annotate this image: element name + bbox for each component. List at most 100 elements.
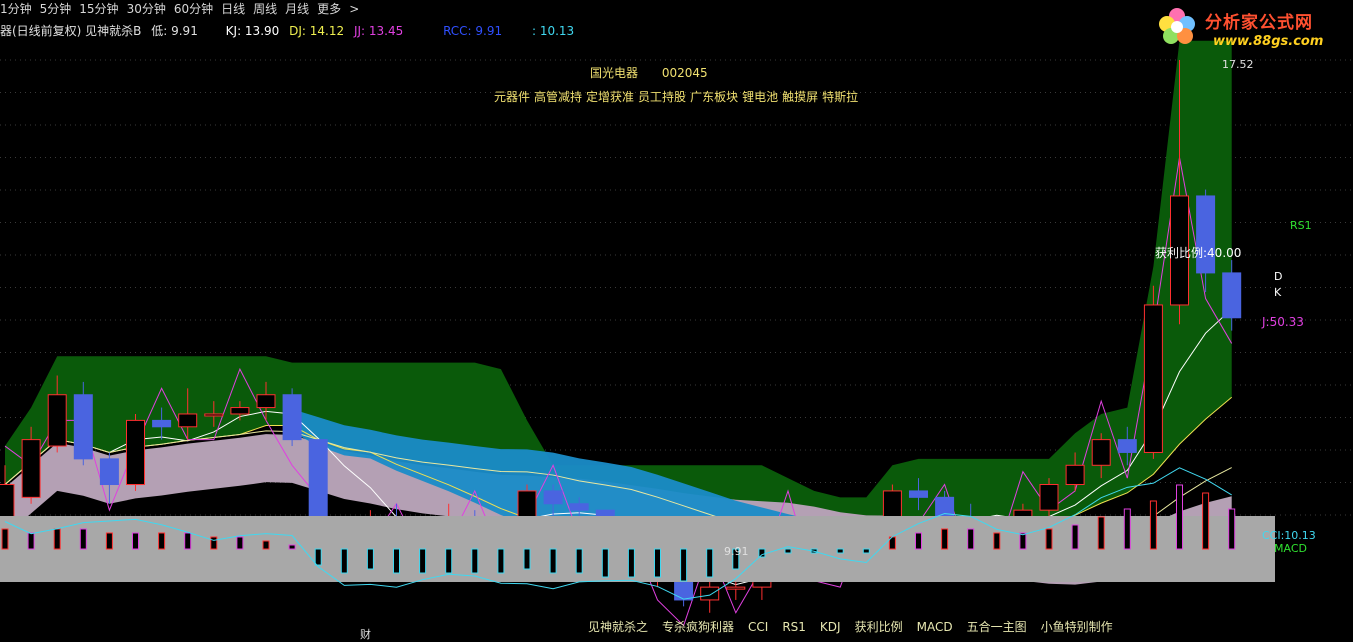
macd-bar: [627, 548, 635, 578]
macd-bar: [53, 528, 61, 550]
candle-body: [126, 419, 145, 486]
indicator-button-7[interactable]: 五合一主图: [967, 620, 1027, 634]
macd-bar: [836, 548, 844, 554]
stock-code: 002045: [661, 66, 708, 80]
concept-tag: 广东板块: [690, 90, 739, 104]
candle-body: [726, 586, 746, 590]
indicator-button-0[interactable]: 见神就杀之: [588, 620, 648, 634]
macd-bar: [340, 548, 348, 574]
candle-body: [1117, 439, 1137, 453]
macd-bar: [862, 548, 870, 554]
macd-bar: [314, 548, 322, 566]
macd-bar: [366, 548, 374, 570]
macd-bar: [184, 532, 192, 550]
candle-body: [99, 458, 119, 486]
logo-url: www.88gs.com: [1213, 34, 1324, 49]
macd-bar: [1045, 528, 1053, 550]
period-tab-6[interactable]: 周线: [253, 2, 277, 16]
macd-bar: [1019, 532, 1027, 550]
stock-title: 国光电器 002045: [590, 64, 728, 81]
period-tab-2[interactable]: 15分钟: [79, 2, 118, 16]
candle-body: [1222, 272, 1242, 319]
concept-tag: 高管减持: [534, 90, 583, 104]
candle-body: [230, 407, 250, 415]
period-tab-9[interactable]: >: [349, 2, 359, 16]
candle-body: [256, 394, 276, 409]
macd-bar: [1202, 492, 1210, 550]
concept-tag: 锂电池: [742, 90, 779, 104]
concept-tag: 特斯拉: [822, 90, 859, 104]
high-label: 17.52: [1222, 58, 1254, 71]
macd-bar: [471, 548, 479, 574]
indicator-button-2[interactable]: CCI: [748, 620, 768, 634]
macd-bar: [1176, 484, 1183, 550]
macd-bar: [784, 548, 792, 554]
candle-body: [1039, 484, 1059, 511]
d-label: D: [1274, 270, 1283, 283]
candle-body: [543, 490, 563, 505]
dj-value: DJ: 14.12: [289, 24, 345, 38]
indicator-button-4[interactable]: KDJ: [820, 620, 841, 634]
concept-tags: 元器件 高管减持 定增获准 员工持股 广东板块 锂电池 触摸屏 特斯拉: [494, 88, 862, 105]
macd-bar: [1, 528, 9, 550]
rcc-value: RCC: 9.91: [443, 24, 503, 38]
macd-bar: [79, 528, 87, 550]
period-tab-4[interactable]: 60分钟: [174, 2, 213, 16]
cci-label: CCI:10.13: [1262, 529, 1316, 542]
candle-body: [1065, 464, 1085, 486]
candle-body: [73, 394, 93, 460]
site-logo: 分析家公式网 www.88gs.com: [1155, 2, 1353, 52]
low-label: 9.91: [724, 545, 749, 558]
period-tab-1[interactable]: 5分钟: [40, 2, 72, 16]
macd-bar: [105, 532, 113, 550]
candle-body: [282, 394, 302, 441]
indicator-title: 器(日线前复权) 见神就杀B: [0, 24, 142, 38]
indicator-button-8[interactable]: 小鱼特别制作: [1041, 620, 1113, 634]
macd-bar: [210, 536, 218, 550]
indicator-button-6[interactable]: MACD: [917, 620, 953, 634]
indicator-button-3[interactable]: RS1: [782, 620, 806, 634]
macd-bar: [680, 548, 688, 582]
candle-body: [47, 394, 67, 447]
concept-tag: 定增获准: [586, 90, 635, 104]
rs1-label: RS1: [1290, 219, 1312, 232]
indicator-button-5[interactable]: 获利比例: [855, 620, 903, 634]
macd-bar: [758, 548, 766, 558]
concept-tag: 元器件: [494, 90, 531, 104]
period-tab-0[interactable]: 1分钟: [0, 2, 32, 16]
macd-bar: [601, 548, 609, 578]
macd-bar: [1097, 516, 1105, 550]
macd-bar: [158, 532, 166, 550]
candle-body: [152, 419, 172, 428]
macd-bar: [236, 536, 244, 550]
macd-bar: [915, 532, 922, 550]
macd-bar: [288, 544, 296, 550]
concept-tag: 员工持股: [638, 90, 687, 104]
macd-bar: [523, 548, 531, 570]
profit-label: 获利比例:40.00: [1155, 246, 1242, 260]
period-tab-8[interactable]: 更多: [317, 2, 341, 16]
candle-body: [178, 413, 198, 428]
macd-bar: [27, 532, 35, 550]
period-tab-5[interactable]: 日线: [221, 2, 245, 16]
indicator-info: 器(日线前复权) 见神就杀B 低: 9.91 KJ: 13.90 DJ: 14.…: [0, 22, 580, 38]
macd-bar: [132, 532, 139, 550]
candle-body: [700, 586, 720, 601]
macd-bar: [393, 548, 400, 574]
candle-body: [21, 439, 41, 498]
period-tab-3[interactable]: 30分钟: [127, 2, 166, 16]
macd-bar: [1149, 500, 1157, 550]
candle-body: [1196, 195, 1216, 274]
macd-bar: [1071, 524, 1079, 550]
candle-body: [204, 413, 224, 417]
concept-tag: 触摸屏: [782, 90, 819, 104]
macd-bar: [654, 548, 661, 578]
macd-bar: [419, 548, 427, 574]
macd-bar: [575, 548, 583, 574]
period-tab-7[interactable]: 月线: [285, 2, 309, 16]
j-label: J:50.33: [1262, 315, 1304, 329]
indicator-button-1[interactable]: 专杀疯狗利器: [662, 620, 734, 634]
macd-label: MACD: [1274, 542, 1307, 555]
macd-bar: [706, 548, 714, 578]
cci-value: : 10.13: [531, 24, 575, 38]
